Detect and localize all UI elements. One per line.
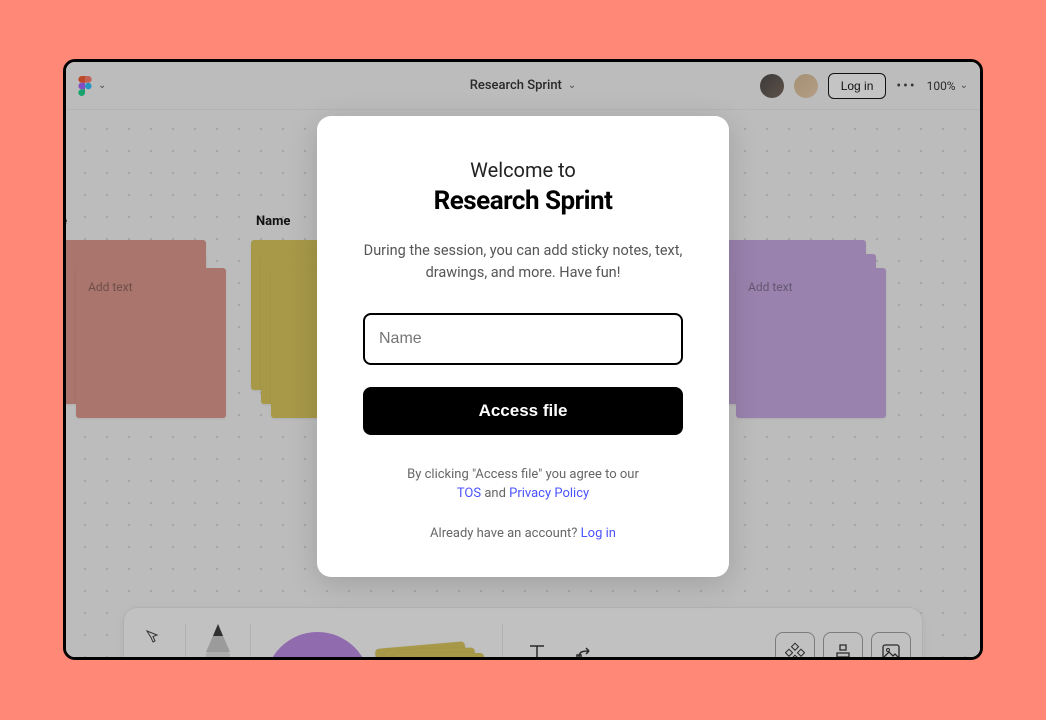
modal-legal-text: By clicking "Access file" you agree to o… [363, 465, 683, 504]
modal-account-prompt: Already have an account? Log in [363, 526, 683, 541]
name-input[interactable] [363, 313, 683, 365]
modal-description: During the session, you can add sticky n… [363, 240, 683, 285]
modal-welcome: Welcome to [363, 158, 683, 182]
modal-project-name: Research Sprint [363, 186, 683, 216]
app-window: ⌄ Research Sprint ⌄ Log in ••• 100% ⌄ e … [63, 59, 983, 660]
access-file-button[interactable]: Access file [363, 387, 683, 435]
tos-link[interactable]: TOS [457, 486, 481, 501]
privacy-policy-link[interactable]: Privacy Policy [509, 486, 589, 501]
login-link[interactable]: Log in [581, 526, 616, 541]
access-modal: Welcome to Research Sprint During the se… [317, 116, 729, 577]
